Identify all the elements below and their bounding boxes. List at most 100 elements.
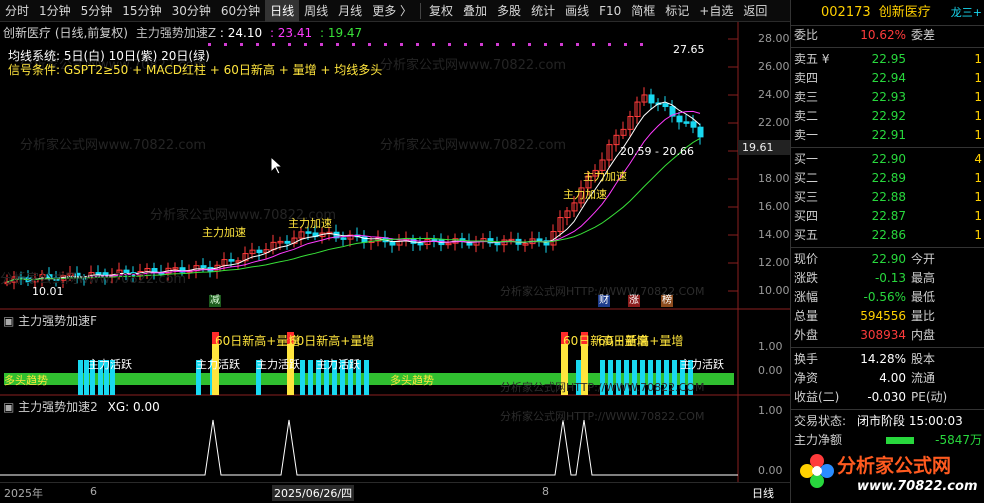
indicator-value-purple: : 23.41 — [269, 26, 313, 40]
signal-dot — [416, 43, 419, 46]
bid-row-2-value: 22.89 — [871, 171, 906, 185]
weibi-value: 10.62% — [860, 28, 906, 42]
draw-line-button[interactable]: 画线 — [560, 0, 594, 22]
quote-stats-2: 换手 14.28% 股本 净资 4.00 流通 收益(二) -0.030 PE(动) — [791, 350, 984, 407]
ask-book: 卖五 ¥ 22.95 1 卖四 22.94 1 卖三 22.93 1 卖二 22.92 1 卖一 22.9… — [791, 50, 984, 145]
ask-row-3: 卖三 22.93 1 — [791, 88, 984, 107]
main-pane-title: 创新医疗 (日线,前复权) 主力强势加速Z : 24.10 : 23.41 : … — [3, 24, 362, 41]
stock-header: 002173 创新医疗 龙三+ — [791, 0, 984, 26]
main-grid — [728, 38, 738, 292]
logo-url: www.70822.com — [857, 479, 978, 494]
y-tick: 28.00 — [758, 32, 790, 45]
overlay-button[interactable]: 叠加 — [458, 0, 492, 22]
y-tick: 26.00 — [758, 60, 790, 73]
badge-reduce[interactable]: 减 — [209, 295, 221, 307]
period-weekly[interactable]: 周线 — [299, 0, 333, 22]
trade-status-row: 交易状态: 闭市阶段 15:00:03 — [791, 412, 984, 431]
stat-row-1-value: -0.13 — [874, 271, 906, 285]
bid-book: 买一 22.90 4 买二 22.89 1 买三 22.88 1 买四 22.87 1 买五 22.86 1 — [791, 150, 984, 245]
signal-label-accelerate: 主力加速 — [202, 226, 246, 239]
signal-dot — [528, 43, 531, 46]
candle-body — [690, 121, 697, 128]
ask-row-1-label: 卖一 — [794, 128, 819, 142]
period-daily[interactable]: 日线 — [265, 0, 300, 22]
signal-dot — [384, 43, 387, 46]
active-bar — [364, 360, 369, 395]
signal-dot — [288, 43, 291, 46]
badge-finance[interactable]: 财 — [598, 295, 610, 307]
signal-dot — [608, 43, 611, 46]
statistics-button[interactable]: 统计 — [526, 0, 560, 22]
stat-row-4-label: 外盘 — [794, 328, 819, 342]
signal-dot — [400, 43, 403, 46]
stat-row-3: 总量 594556 量比 — [791, 307, 984, 326]
y-tick: 24.00 — [758, 88, 790, 101]
period-toolbar: 分时 1分钟 5分钟 15分钟 30分钟 60分钟 日线 周线 月线 更多 〉 … — [0, 0, 790, 22]
active-bar — [308, 360, 313, 395]
stat-row-0-label: 现价 — [794, 252, 819, 266]
sub2-collapse-icon[interactable]: ▣ — [3, 400, 14, 414]
active-bar — [624, 360, 629, 395]
trade-status-value: 闭市阶段 15:00:03 — [857, 414, 963, 428]
period-15min[interactable]: 15分钟 — [117, 0, 166, 22]
sub2-y-tick: 0.00 — [758, 464, 783, 477]
period-1min[interactable]: 1分钟 — [34, 0, 76, 22]
indicator-value-white: : 24.10 — [219, 26, 263, 40]
sub2-pane-title: ▣ 主力强势加速2 XG: 0.00 — [3, 398, 160, 415]
period-more[interactable]: 更多 〉 — [367, 0, 417, 22]
mark-button[interactable]: 标记 — [660, 0, 694, 22]
period-monthly[interactable]: 月线 — [333, 0, 367, 22]
stat-row-4: 外盘 308934 内盘 — [791, 326, 984, 345]
active-bar — [672, 360, 677, 395]
stat-row-0-value: 22.90 — [871, 252, 906, 266]
candle-body — [536, 238, 543, 242]
xg-signal-line — [0, 419, 738, 476]
f10-button[interactable]: F10 — [594, 0, 626, 22]
period-indicator[interactable]: 日线 — [752, 485, 774, 501]
ask-row-5-label: 卖五 ¥ — [794, 52, 830, 66]
kline-chart-area[interactable]: 分析家公式网www.70822.com 分析家公式网www.70822.com … — [0, 22, 790, 482]
candle-body — [417, 242, 424, 246]
stat-row-4-label2: 内盘 — [911, 328, 936, 342]
candle-body — [256, 249, 263, 254]
back-button[interactable]: 返回 — [738, 0, 772, 22]
add-watchlist-button[interactable]: +自选 — [694, 0, 738, 22]
signal-dot — [304, 43, 307, 46]
signal-dot — [448, 43, 451, 46]
stock-period-label: 创新医疗 (日线,前复权) — [3, 26, 128, 40]
trend-signal: 多头趋势 — [4, 374, 48, 387]
panel-divider — [791, 347, 984, 348]
bid-row-5: 买五 22.86 1 — [791, 226, 984, 245]
quote-panel: 002173 创新医疗 龙三+ 委比 10.62% 委差 卖五 ¥22.95 1 卖… — [790, 0, 984, 503]
candle-body — [662, 103, 669, 108]
sub1-y-tick: 0.00 — [758, 364, 783, 377]
sub2-indicator-name: 主力强势加速2 — [18, 400, 98, 414]
ask-row-1: 卖一 22.91 1 — [791, 126, 984, 145]
adjust-button[interactable]: 复权 — [424, 0, 458, 22]
period-30min[interactable]: 30分钟 — [167, 0, 216, 22]
stat-row-2-label2: 最低 — [911, 290, 936, 304]
multi-stock-button[interactable]: 多股 — [492, 0, 526, 22]
period-fenshi[interactable]: 分时 — [0, 0, 34, 22]
sub1-collapse-icon[interactable]: ▣ — [3, 314, 14, 328]
candle-body — [340, 237, 347, 240]
high-price-mark: 27.65 — [673, 43, 705, 56]
weicha-label: 委差 — [911, 28, 936, 42]
badge-limit-up[interactable]: 涨 — [628, 295, 640, 307]
weibi-label: 委比 — [794, 28, 819, 42]
period-60min[interactable]: 60分钟 — [216, 0, 265, 22]
logo-title: 分析家公式网 — [837, 455, 952, 477]
signal-label-accelerate: 主力加速 — [563, 188, 607, 201]
stat2-row-0-label2: 股本 — [911, 352, 936, 366]
simple-frame-button[interactable]: 简框 — [626, 0, 660, 22]
new-high-bar — [561, 342, 568, 395]
period-5min[interactable]: 5分钟 — [76, 0, 118, 22]
signal-dot — [320, 43, 323, 46]
bid-row-5-label: 买五 — [794, 228, 819, 242]
active-bar — [632, 360, 637, 395]
weibi-row: 委比 10.62% 委差 — [791, 26, 984, 45]
badge-list[interactable]: 榜 — [661, 295, 673, 307]
y-tick: 10.00 — [758, 284, 790, 297]
mouse-cursor-icon — [270, 156, 282, 175]
signal-dot — [544, 43, 547, 46]
